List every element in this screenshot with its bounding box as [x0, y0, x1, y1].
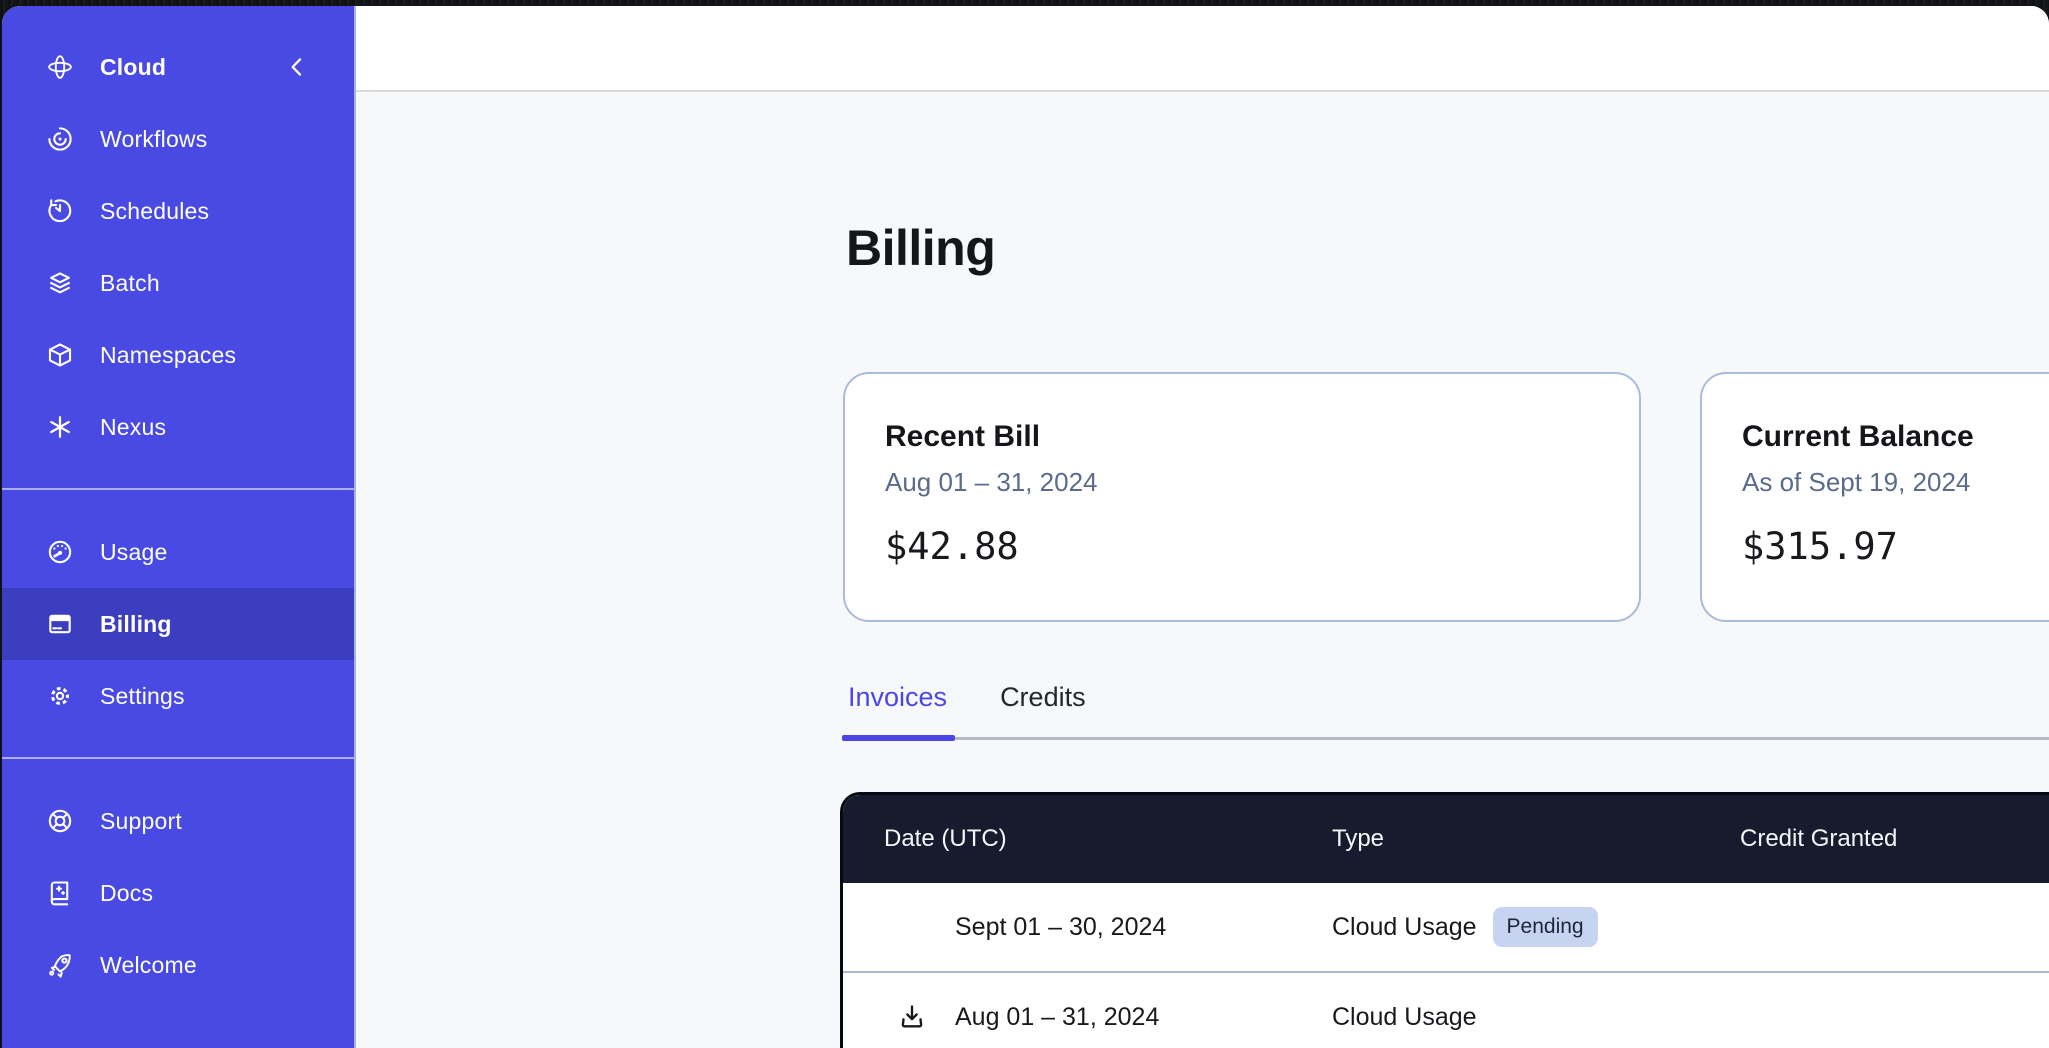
table-header-row: Date (UTC) Type Credit Granted [843, 795, 2049, 883]
sidebar-item-label: Support [100, 808, 182, 835]
card-amount: $42.88 [885, 525, 1639, 568]
usage-gauge-icon [46, 538, 74, 566]
card-amount: $315.97 [1742, 525, 2049, 568]
card-title: Recent Bill [885, 420, 1639, 454]
welcome-rocket-icon [46, 951, 74, 979]
chevron-left-icon [284, 54, 310, 80]
sidebar-item-docs[interactable]: Docs [2, 857, 354, 929]
card-period: As of Sept 19, 2024 [1742, 467, 2049, 498]
schedules-icon [46, 197, 74, 225]
tab-credits[interactable]: Credits [1000, 682, 1086, 737]
sidebar-item-label: Namespaces [100, 342, 236, 369]
docs-book-icon [46, 879, 74, 907]
sidebar-item-workflows[interactable]: Workflows [2, 103, 354, 175]
card-title: Current Balance [1742, 420, 2049, 454]
sidebar-item-label: Welcome [100, 952, 197, 979]
cloud-logo-icon [46, 53, 74, 81]
table-row: Aug 01 – 31, 2024 Cloud Usage [843, 971, 2049, 1048]
sidebar-collapse-button[interactable] [284, 54, 310, 80]
sidebar-divider [2, 757, 354, 759]
sidebar-item-label: Batch [100, 270, 160, 297]
tab-invoices[interactable]: Invoices [848, 682, 947, 737]
sidebar-item-batch[interactable]: Batch [2, 247, 354, 319]
sidebar-item-label: Usage [100, 539, 167, 566]
sidebar-item-label: Settings [100, 683, 185, 710]
sidebar-item-support[interactable]: Support [2, 785, 354, 857]
sidebar-item-label: Nexus [100, 414, 166, 441]
sidebar-item-settings[interactable]: Settings [2, 660, 354, 732]
nexus-asterisk-icon [46, 413, 74, 441]
column-header-credit-granted: Credit Granted [1740, 825, 2049, 853]
sidebar-item-welcome[interactable]: Welcome [2, 929, 354, 1001]
workflows-icon [46, 125, 74, 153]
sidebar-item-label: Schedules [100, 198, 209, 225]
download-icon[interactable] [897, 1002, 927, 1032]
sidebar-header-cloud[interactable]: Cloud [2, 31, 354, 103]
app-window: Cloud Workflows [2, 6, 2049, 1048]
current-balance-card: Current Balance As of Sept 19, 2024 $315… [1700, 372, 2049, 622]
invoices-table: Date (UTC) Type Credit Granted Sept 01 –… [840, 792, 2049, 1048]
recent-bill-card: Recent Bill Aug 01 – 31, 2024 $42.88 [843, 372, 1641, 622]
sidebar-item-namespaces[interactable]: Namespaces [2, 319, 354, 391]
sidebar-item-label: Workflows [100, 126, 207, 153]
batch-layers-icon [46, 269, 74, 297]
sidebar: Cloud Workflows [2, 6, 356, 1048]
sidebar-item-billing[interactable]: Billing [2, 588, 354, 660]
page-title: Billing [846, 218, 995, 278]
sidebar-item-schedules[interactable]: Schedules [2, 175, 354, 247]
invoice-date: Sept 01 – 30, 2024 [955, 913, 1166, 942]
sidebar-divider [2, 488, 354, 490]
namespaces-cube-icon [46, 341, 74, 369]
sidebar-item-nexus[interactable]: Nexus [2, 391, 354, 463]
column-header-type: Type [1332, 825, 1740, 853]
table-row: Sept 01 – 30, 2024 Cloud Usage Pending [843, 883, 2049, 971]
sidebar-header-label: Cloud [100, 54, 166, 81]
screen: Cloud Workflows [0, 0, 2049, 1048]
top-bar [356, 6, 2049, 92]
invoice-type: Cloud Usage [1332, 913, 1477, 942]
sidebar-item-label: Docs [100, 880, 153, 907]
invoice-date: Aug 01 – 31, 2024 [955, 1003, 1159, 1032]
column-header-date: Date (UTC) [843, 825, 1332, 853]
billing-card-icon [46, 610, 74, 638]
status-badge: Pending [1493, 907, 1598, 946]
support-lifebuoy-icon [46, 807, 74, 835]
sidebar-item-usage[interactable]: Usage [2, 516, 354, 588]
card-period: Aug 01 – 31, 2024 [885, 467, 1639, 498]
sidebar-item-label: Billing [100, 611, 172, 638]
billing-tabs: Invoices Credits [843, 682, 2049, 740]
invoice-type: Cloud Usage [1332, 1003, 1477, 1032]
settings-gear-icon [46, 682, 74, 710]
